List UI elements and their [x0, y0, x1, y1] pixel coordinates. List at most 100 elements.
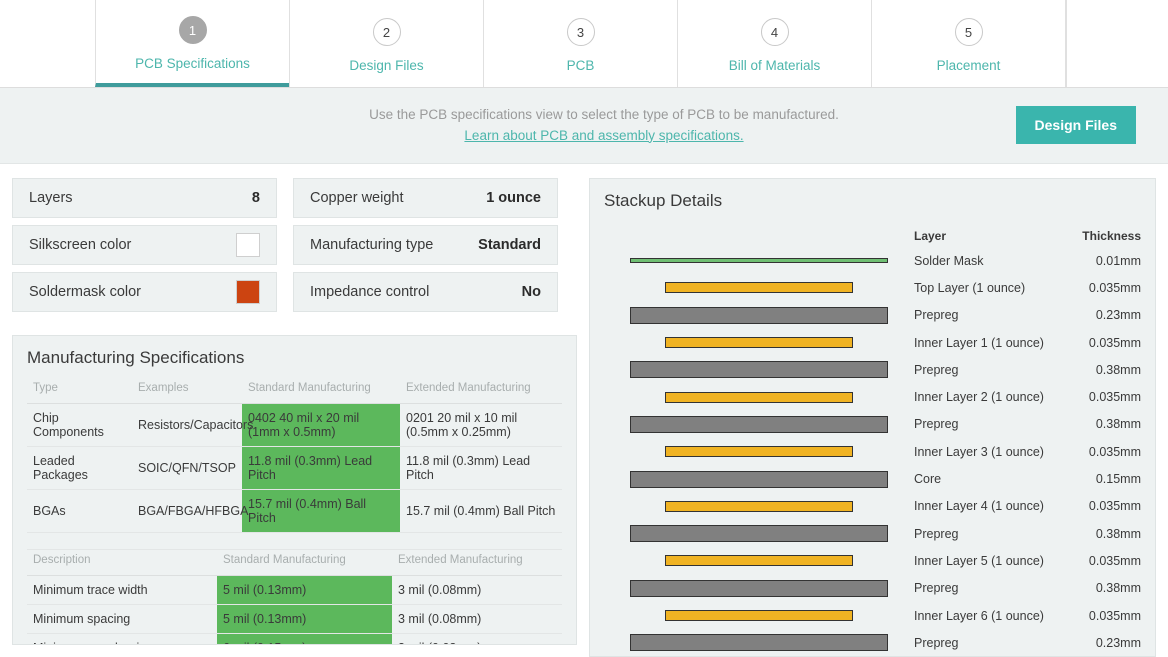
table-row: BGAsBGA/FBGA/HFBGA 15.7 mil (0.4mm) Ball … — [27, 490, 562, 533]
layer-row: Inner Layer 3 (1 ounce)0.035mm — [914, 438, 1141, 465]
spec-card-layers[interactable]: Layers8 — [12, 178, 277, 218]
step-number-badge: 1 — [179, 16, 207, 44]
stackup-bar-copper — [665, 282, 853, 293]
stackup-bar-slot — [604, 438, 914, 465]
table-cell: SOIC/QFN/TSOP — [132, 447, 242, 490]
table-header-row: DescriptionStandard ManufacturingExtende… — [27, 549, 562, 575]
step-list: 1 PCB Specifications 2Design Files3PCB4Bil… — [96, 0, 1066, 87]
layer-row: Prepreg0.23mm — [914, 302, 1141, 329]
step-label: PCB Specifications — [135, 56, 250, 71]
spec-label: Impedance control — [310, 284, 429, 300]
layer-name: Prepreg — [914, 308, 1063, 322]
table-cell: Minimum trace width — [27, 575, 217, 604]
spec-value: 1 ounce — [486, 190, 541, 206]
layer-name: Inner Layer 2 (1 ounce) — [914, 390, 1063, 404]
spec-card-copper-weight[interactable]: Copper weight1 ounce — [293, 178, 558, 218]
stackup-bar-copper — [665, 392, 853, 403]
table-cell: Minimum spacing — [27, 604, 217, 633]
color-swatch[interactable] — [236, 233, 260, 257]
layer-row: Top Layer (1 ounce)0.035mm — [914, 274, 1141, 301]
layer-thickness: 0.035mm — [1063, 445, 1141, 459]
stackup-bar-slot — [604, 520, 914, 547]
stackup-bar-diel — [630, 416, 888, 433]
color-swatch[interactable] — [236, 280, 260, 304]
banner-description: Use the PCB specifications view to selec… — [40, 107, 1168, 122]
info-banner: Use the PCB specifications view to selec… — [0, 88, 1168, 164]
spec-value: Standard — [478, 237, 541, 253]
column-header: Extended Manufacturing — [392, 549, 562, 575]
layer-column-header: Layer — [914, 229, 1063, 243]
step-tab-3[interactable]: 3PCB — [483, 0, 678, 87]
stackup-bar-slot — [604, 465, 914, 492]
stackup-bar-list — [604, 247, 914, 657]
column-header: Examples — [132, 378, 242, 404]
layer-row: Inner Layer 1 (1 ounce)0.035mm — [914, 329, 1141, 356]
step-tab-2[interactable]: 2Design Files — [289, 0, 484, 87]
layer-thickness: 0.035mm — [1063, 499, 1141, 513]
column-header: Standard Manufacturing — [217, 549, 392, 575]
table-header-row: TypeExamplesStandard ManufacturingExtend… — [27, 378, 562, 404]
table-cell: 0201 20 mil x 10 mil(0.5mm x 0.25mm) — [400, 404, 562, 447]
step-label: PCB — [567, 58, 595, 73]
table-spacer-row — [27, 533, 562, 549]
layer-thickness: 0.01mm — [1063, 254, 1141, 268]
table-cell: 15.7 mil (0.4mm) Ball Pitch — [400, 490, 562, 533]
spec-card-soldermask-color[interactable]: Soldermask color — [12, 272, 277, 312]
spec-card-silkscreen-color[interactable]: Silkscreen color — [12, 225, 277, 265]
spec-card-impedance-control[interactable]: Impedance controlNo — [293, 272, 558, 312]
layer-name: Prepreg — [914, 527, 1063, 541]
layer-thickness: 0.035mm — [1063, 281, 1141, 295]
layer-name: Top Layer (1 ounce) — [914, 281, 1063, 295]
banner-text-block: Use the PCB specifications view to selec… — [0, 107, 1168, 145]
table-cell: Chip Components — [27, 404, 132, 447]
layer-row: Inner Layer 6 (1 ounce)0.035mm — [914, 602, 1141, 629]
stackup-bar-slot — [604, 356, 914, 383]
stackup-bar-slot — [604, 602, 914, 629]
layer-row: Inner Layer 2 (1 ounce)0.035mm — [914, 383, 1141, 410]
table-cell: Leaded Packages — [27, 447, 132, 490]
spec-column-left: Layers8 Silkscreen color Soldermask color — [12, 178, 277, 319]
layer-thickness: 0.15mm — [1063, 472, 1141, 486]
layer-name: Inner Layer 3 (1 ounce) — [914, 445, 1063, 459]
layer-thickness: 0.38mm — [1063, 417, 1141, 431]
design-files-button[interactable]: Design Files — [1016, 106, 1136, 144]
table-cell: BGA/FBGA/HFBGA — [132, 490, 242, 533]
layer-row: Prepreg0.23mm — [914, 629, 1141, 656]
layer-row: Prepreg0.38mm — [914, 575, 1141, 602]
column-header: Description — [27, 549, 217, 575]
step-tab-5[interactable]: 5Placement — [871, 0, 1066, 87]
layer-row: Prepreg0.38mm — [914, 520, 1141, 547]
layer-row: Solder Mask0.01mm — [914, 247, 1141, 274]
package-specs-table: TypeExamplesStandard ManufacturingExtend… — [27, 378, 562, 533]
stackup-bar-copper — [665, 337, 853, 348]
standard-manufacturing-cell: 6 mil (0.15mm) — [217, 633, 392, 645]
column-header: Standard Manufacturing — [242, 378, 400, 404]
right-column: Stackup Details Layer Thickness Solder M… — [589, 178, 1156, 657]
layer-thickness: 0.035mm — [1063, 554, 1141, 568]
stackup-bar-mask — [630, 258, 888, 263]
layer-name: Inner Layer 1 (1 ounce) — [914, 336, 1063, 350]
standard-manufacturing-cell: 0402 40 mil x 20 mil(1mm x 0.5mm) — [242, 404, 400, 447]
spec-label: Soldermask color — [29, 284, 141, 300]
stackup-bar-slot — [604, 247, 914, 274]
standard-manufacturing-cell: 5 mil (0.13mm) — [217, 575, 392, 604]
table-cell: 11.8 mil (0.3mm) Lead Pitch — [400, 447, 562, 490]
table-cell: BGAs — [27, 490, 132, 533]
layer-list-header: Layer Thickness — [914, 225, 1141, 247]
stackup-bar-copper — [665, 555, 853, 566]
stackup-bar-slot — [604, 493, 914, 520]
stackup-bar-diel — [630, 580, 888, 597]
table-cell: Resistors/Capacitors — [132, 404, 242, 447]
step-tab-1[interactable]: 1 PCB Specifications — [95, 0, 290, 87]
learn-more-link[interactable]: Learn about PCB and assembly specificati… — [464, 128, 743, 143]
table-cell: 3 mil (0.08mm) — [392, 575, 562, 604]
spec-card-manufacturing-type[interactable]: Manufacturing typeStandard — [293, 225, 558, 265]
step-tab-4[interactable]: 4Bill of Materials — [677, 0, 872, 87]
spec-value: 8 — [252, 190, 260, 206]
layer-name: Prepreg — [914, 417, 1063, 431]
layer-row: Inner Layer 5 (1 ounce)0.035mm — [914, 547, 1141, 574]
column-header: Extended Manufacturing — [400, 378, 562, 404]
layer-thickness: 0.035mm — [1063, 609, 1141, 623]
table-row: Minimum trace width5 mil (0.13mm)3 mil (… — [27, 575, 562, 604]
layer-thickness: 0.035mm — [1063, 336, 1141, 350]
